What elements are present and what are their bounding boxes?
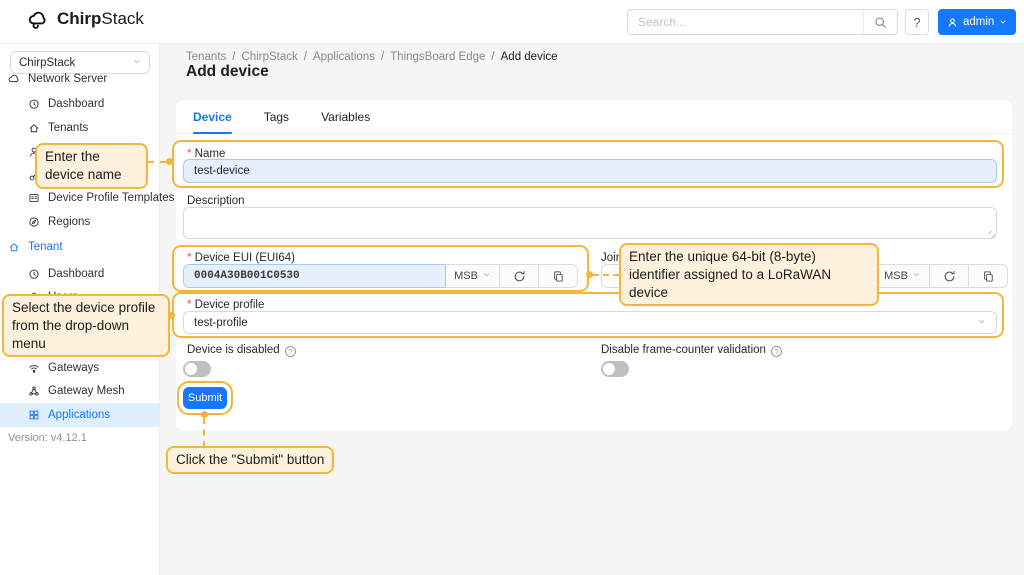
help-button[interactable]: ?	[905, 9, 929, 35]
sidebar-section-tenant[interactable]: Tenant	[8, 238, 63, 256]
annotation-join-connector	[593, 274, 619, 276]
join-eui-copy-button[interactable]	[969, 264, 1008, 288]
cloud-icon	[8, 73, 20, 85]
frame-counter-label: Disable frame-counter validation?	[601, 344, 782, 357]
annotation-device-profile: Select the device profile from the drop-…	[2, 294, 170, 357]
device-eui-label: Device EUI (EUI64)	[187, 252, 295, 264]
admin-menu-button[interactable]: admin	[938, 9, 1016, 35]
home-icon	[8, 241, 20, 253]
annotation-join-dot	[586, 271, 593, 278]
device-eui-group: 0004A30B001C0530 MSB	[183, 264, 578, 288]
device-profile-label: Device profile	[187, 299, 264, 311]
chevron-down-icon	[999, 18, 1007, 26]
annotation-name-dot	[166, 158, 173, 165]
compass-icon	[28, 216, 40, 228]
frame-counter-toggle[interactable]	[601, 361, 629, 377]
id-card-icon	[28, 192, 40, 204]
info-circle-icon[interactable]: ?	[285, 346, 296, 357]
refresh-icon	[943, 270, 956, 283]
breadcrumb-current: Add device	[501, 51, 558, 63]
page-title: Add device	[186, 63, 269, 81]
sidebar-item-tenants[interactable]: Tenants	[28, 119, 88, 137]
wifi-icon	[28, 362, 40, 374]
resize-grip-icon[interactable]	[988, 231, 995, 238]
device-eui-input[interactable]: 0004A30B001C0530	[183, 264, 446, 288]
submit-button[interactable]: Submit	[183, 387, 227, 409]
breadcrumb: Tenants/ChirpStack/Applications/ThingsBo…	[186, 51, 558, 63]
version-label: Version: v4.12.1	[8, 432, 87, 444]
mesh-icon	[28, 385, 40, 397]
device-disabled-toggle[interactable]	[183, 361, 211, 377]
annotation-name-connector	[148, 161, 166, 163]
join-eui-generate-button[interactable]	[930, 264, 969, 288]
logo-text: ChirpStack	[57, 9, 144, 29]
dashboard-icon	[28, 98, 40, 110]
sidebar-item-regions[interactable]: Regions	[28, 213, 90, 231]
tab-bar: Device Tags Variables	[176, 100, 1012, 134]
refresh-icon	[513, 270, 526, 283]
search-input[interactable]	[628, 10, 863, 34]
chevron-down-icon	[132, 57, 141, 69]
chevron-down-icon	[482, 270, 491, 282]
join-eui-byte-order-select[interactable]: MSB	[876, 264, 930, 288]
sidebar-section-network-server: Network Server	[8, 70, 107, 88]
add-device-card: Device Tags Variables Name test-device D…	[176, 100, 1012, 431]
description-textarea[interactable]	[183, 207, 997, 239]
breadcrumb-thingsboard-edge[interactable]: ThingsBoard Edge	[390, 51, 485, 63]
sidebar-item-applications[interactable]: Applications	[28, 406, 110, 424]
chirpstack-logo[interactable]: ChirpStack	[26, 9, 144, 29]
sidebar-item-tenant-dashboard[interactable]: Dashboard	[28, 265, 104, 283]
tab-device[interactable]: Device	[193, 100, 232, 133]
annotation-submit: Click the "Submit" button	[166, 446, 334, 474]
annotation-join-eui: Enter the unique 64-bit (8-byte) identif…	[619, 243, 879, 306]
cloud-logo-icon	[26, 9, 50, 29]
breadcrumb-tenants[interactable]: Tenants	[186, 51, 226, 63]
annotation-submit-connector	[203, 418, 205, 447]
user-icon	[947, 17, 958, 28]
dashboard-icon	[28, 268, 40, 280]
breadcrumb-chirpstack[interactable]: ChirpStack	[241, 51, 297, 63]
copy-icon	[982, 270, 995, 283]
chevron-down-icon	[977, 317, 986, 329]
apps-grid-icon	[28, 409, 40, 421]
tab-tags[interactable]: Tags	[264, 100, 289, 133]
sidebar-item-ns-dashboard[interactable]: Dashboard	[28, 95, 104, 113]
chirpstack-app: ChirpStack ? admin ChirpStack Network Se…	[0, 0, 1024, 575]
top-header: ChirpStack ? admin	[0, 0, 1024, 44]
name-input[interactable]: test-device	[183, 159, 997, 183]
sidebar-item-gateways[interactable]: Gateways	[28, 359, 99, 377]
device-eui-copy-button[interactable]	[539, 264, 578, 288]
copy-icon	[552, 270, 565, 283]
tab-variables[interactable]: Variables	[321, 100, 370, 133]
search-icon[interactable]	[863, 10, 897, 34]
breadcrumb-applications[interactable]: Applications	[313, 51, 375, 63]
sidebar-item-device-profile-templates[interactable]: Device Profile Templates	[28, 189, 174, 207]
device-disabled-label: Device is disabled?	[187, 344, 296, 357]
annotation-profile-dot	[168, 312, 175, 319]
global-search	[627, 9, 898, 35]
annotation-name: Enter the device name	[35, 143, 148, 189]
organization-select-value: ChirpStack	[19, 57, 75, 69]
annotation-submit-dot	[201, 411, 208, 418]
admin-label: admin	[963, 16, 994, 28]
home-icon	[28, 122, 40, 134]
device-eui-generate-button[interactable]	[500, 264, 539, 288]
info-circle-icon[interactable]: ?	[771, 346, 782, 357]
sidebar-item-gateway-mesh[interactable]: Gateway Mesh	[28, 382, 125, 400]
description-label: Description	[187, 195, 245, 207]
device-eui-byte-order-select[interactable]: MSB	[446, 264, 500, 288]
chevron-down-icon	[912, 270, 921, 282]
device-profile-select[interactable]: test-profile	[183, 311, 997, 334]
